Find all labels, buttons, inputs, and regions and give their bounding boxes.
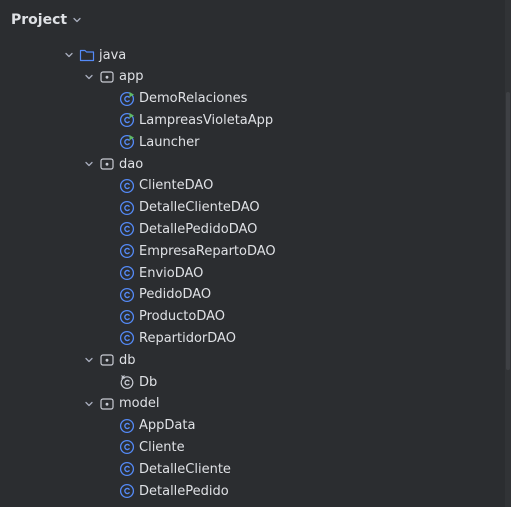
project-panel-header: Project [0, 0, 511, 42]
tree-node-label: LampreasVioletaApp [139, 112, 274, 128]
tree-node-class[interactable]: EmpresaRepartoDAO [0, 240, 511, 262]
tree-node-class[interactable]: Launcher [0, 131, 511, 153]
tree-node-label: db [119, 352, 136, 368]
tree-node-label: EnvioDAO [139, 265, 204, 281]
tree-node-class[interactable]: DetalleClienteDAO [0, 197, 511, 219]
tree-node-class[interactable]: EnvioDAO [0, 262, 511, 284]
tree-node-label: app [119, 69, 144, 85]
tree-node-label: Cliente [139, 439, 185, 455]
tree-node-class[interactable]: PedidoDAO [0, 284, 511, 306]
java-class-icon [119, 418, 135, 434]
runnable-class-icon [119, 112, 135, 128]
java-class-icon [119, 483, 135, 499]
tree-node-package-app[interactable]: app [0, 66, 511, 88]
tree-node-class[interactable]: Db [0, 371, 511, 393]
tree-node-label: DetalleCliente [139, 461, 231, 477]
tree-node-package-db[interactable]: db [0, 349, 511, 371]
tree-node-class[interactable]: AppData [0, 415, 511, 437]
tree-node-class[interactable]: ClienteDAO [0, 175, 511, 197]
java-class-icon [119, 309, 135, 325]
runnable-class-icon [119, 91, 135, 107]
tree-node-label: ClienteDAO [139, 178, 214, 194]
class-modified-icon [119, 374, 135, 390]
tree-node-package-model[interactable]: model [0, 393, 511, 415]
tree-node-label: Db [139, 374, 158, 390]
tree-node-label: EmpresaRepartoDAO [139, 243, 276, 259]
chevron-down-icon[interactable] [81, 396, 97, 412]
tree-node-package-dao[interactable]: dao [0, 153, 511, 175]
chevron-down-icon[interactable] [61, 47, 77, 63]
project-view-selector[interactable]: Project [11, 12, 82, 28]
source-folder-icon [79, 47, 95, 63]
java-class-icon [119, 221, 135, 237]
java-class-icon [119, 439, 135, 455]
tree-node-label: ProductoDAO [139, 309, 225, 325]
tree-node-label: DetalleClienteDAO [139, 200, 260, 216]
tree-node-label: AppData [139, 418, 196, 434]
java-class-icon [119, 265, 135, 281]
java-class-icon [119, 200, 135, 216]
tree-node-class[interactable]: RepartidorDAO [0, 327, 511, 349]
chevron-down-icon [73, 17, 81, 23]
tree-node-class[interactable]: DetallePedidoDAO [0, 218, 511, 240]
tree-node-label: Launcher [139, 134, 200, 150]
chevron-down-icon[interactable] [81, 69, 97, 85]
tree-node-label: PedidoDAO [139, 287, 212, 303]
tree-node-label: RepartidorDAO [139, 330, 236, 346]
tree-node-java[interactable]: java [0, 44, 511, 66]
tree-node-label: model [119, 396, 160, 412]
tree-node-class[interactable]: DetallePedido [0, 480, 511, 502]
package-icon [99, 396, 115, 412]
chevron-down-icon[interactable] [81, 156, 97, 172]
java-class-icon [119, 243, 135, 259]
package-icon [99, 156, 115, 172]
tree-node-class[interactable]: DetalleCliente [0, 458, 511, 480]
runnable-class-icon [119, 134, 135, 150]
package-icon [99, 352, 115, 368]
project-title: Project [11, 12, 68, 28]
tree-node-class[interactable]: DemoRelaciones [0, 88, 511, 110]
tree-node-label: dao [119, 156, 144, 172]
java-class-icon [119, 178, 135, 194]
tree-node-label: DetallePedidoDAO [139, 221, 258, 237]
tree-node-label: DemoRelaciones [139, 91, 248, 107]
tree-node-label: java [99, 47, 127, 63]
chevron-down-icon[interactable] [81, 352, 97, 368]
java-class-icon [119, 287, 135, 303]
tree-node-class[interactable]: LampreasVioletaApp [0, 109, 511, 131]
java-class-icon [119, 330, 135, 346]
package-icon [99, 69, 115, 85]
tree-node-class[interactable]: Cliente [0, 436, 511, 458]
java-class-icon [119, 461, 135, 477]
tree-node-class[interactable]: ProductoDAO [0, 306, 511, 328]
tree-node-label: DetallePedido [139, 483, 229, 499]
